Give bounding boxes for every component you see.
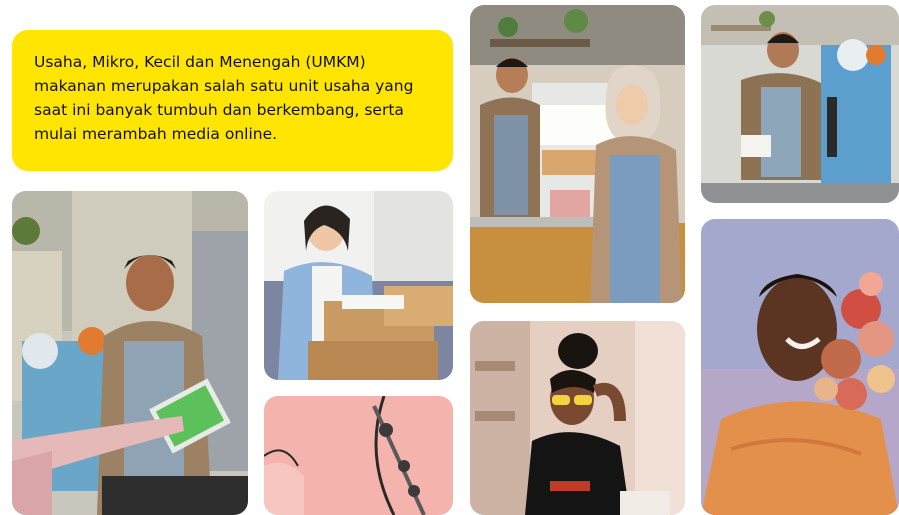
photo-vendor-tablet	[12, 191, 248, 515]
photo-man-sealer	[701, 5, 899, 203]
photo-man-flowers	[701, 219, 899, 515]
photo-woman-packages	[264, 191, 453, 380]
intro-card: Usaha, Mikro, Kecil dan Menengah (UMKM) …	[12, 30, 453, 171]
intro-text: Usaha, Mikro, Kecil dan Menengah (UMKM) …	[34, 53, 414, 143]
photo-food-stall-couple	[470, 5, 685, 303]
photo-pink-machine	[264, 396, 453, 515]
photo-woman-sunglasses	[470, 321, 685, 515]
